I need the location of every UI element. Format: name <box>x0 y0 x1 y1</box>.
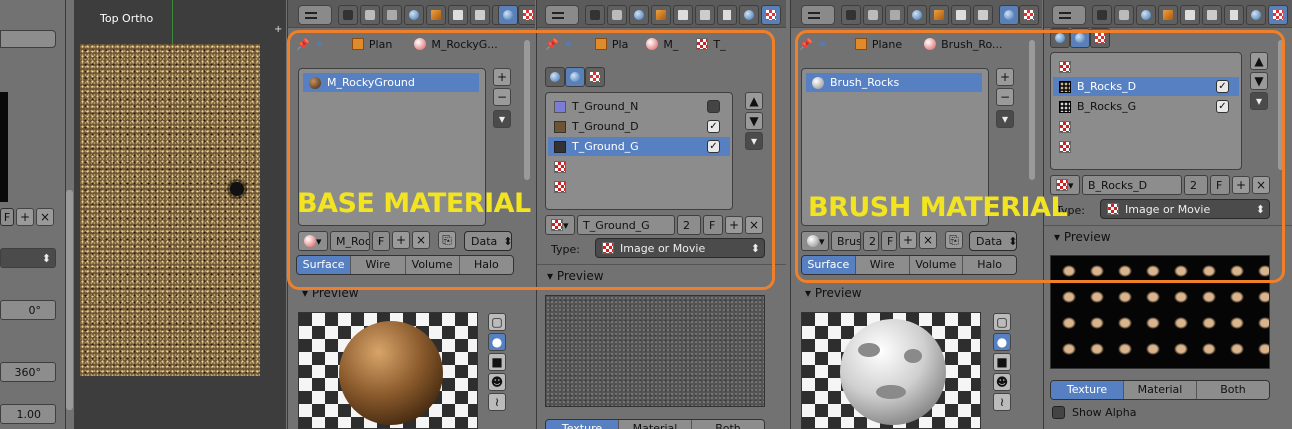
p3-texture-icon[interactable] <box>1019 5 1039 25</box>
p3-preview-monkey-button[interactable]: ☻ <box>993 373 1011 391</box>
preview-cube-button[interactable]: ■ <box>488 353 506 371</box>
white-sphere-preview <box>840 319 946 425</box>
panel4-editor-menu[interactable] <box>1052 5 1086 25</box>
p3-render-icon[interactable] <box>841 5 861 25</box>
left-dropdown[interactable]: ⬍ <box>0 248 56 268</box>
show-alpha-label: Show Alpha <box>1072 406 1137 419</box>
constraint-context-icon[interactable] <box>448 5 468 25</box>
panel2-editor-menu[interactable] <box>545 5 579 25</box>
p2-preview-tabs[interactable]: Texture Material Both <box>545 419 765 429</box>
world-context-icon[interactable] <box>404 5 424 25</box>
preview-monkey-button[interactable]: ☻ <box>488 373 506 391</box>
layers-context-icon[interactable] <box>382 5 402 25</box>
p4-texture-icon[interactable] <box>1268 5 1288 25</box>
ground-texture-plane <box>80 44 260 376</box>
rock-imprint-1 <box>858 343 880 357</box>
p3-scene-icon[interactable] <box>863 5 883 25</box>
p3-preview-header[interactable]: ▾ Preview <box>805 286 862 300</box>
p3-preview-sphere-button[interactable]: ● <box>993 333 1011 351</box>
show-alpha-checkbox[interactable] <box>1052 406 1065 419</box>
rotation-end-field[interactable]: 360° <box>0 362 56 382</box>
viewport-title: Top Ortho <box>100 12 154 25</box>
preview-flat-button[interactable]: ▢ <box>488 313 506 331</box>
left-add-button[interactable]: + <box>16 208 34 226</box>
p3-layers-icon[interactable] <box>885 5 905 25</box>
p4-render-icon[interactable] <box>1092 5 1112 25</box>
texture-context-icon[interactable] <box>518 5 535 25</box>
p4-tab-material[interactable]: Material <box>1123 381 1196 399</box>
p4-material-icon[interactable] <box>1246 5 1266 25</box>
texture-preview-canvas <box>545 295 765 407</box>
p4-object-icon[interactable] <box>1158 5 1178 25</box>
p4-tab-both[interactable]: Both <box>1196 381 1269 399</box>
left-top-field[interactable] <box>0 30 56 48</box>
render-context-icon[interactable] <box>338 5 358 25</box>
p2-constraint-icon[interactable] <box>673 5 693 25</box>
p4-world-icon[interactable] <box>1136 5 1156 25</box>
left-remove-button[interactable]: × <box>36 208 54 226</box>
p2-object-icon[interactable] <box>651 5 671 25</box>
p3-wrench-icon[interactable] <box>973 5 993 25</box>
panel1-editor-menu[interactable] <box>298 5 332 25</box>
p3-material-preview-canvas <box>801 312 981 429</box>
p2-world-icon[interactable] <box>629 5 649 25</box>
3d-viewport[interactable]: Top Ortho + <box>74 0 286 429</box>
rock-imprint-2 <box>904 349 922 363</box>
p3-constraint-icon[interactable] <box>951 5 971 25</box>
viewport-corner-icon[interactable]: + <box>274 24 282 35</box>
rock-sphere-preview <box>339 321 443 425</box>
scale-field[interactable]: 1.00 <box>0 404 56 424</box>
preview-hair-button[interactable]: ≀ <box>488 393 506 411</box>
left-scrollbar[interactable] <box>66 190 73 410</box>
p2-scene-icon[interactable] <box>607 5 627 25</box>
material-preview-canvas <box>298 312 478 429</box>
p2-tab-both[interactable]: Both <box>691 420 764 429</box>
p2-tab-texture[interactable]: Texture <box>546 420 618 429</box>
p4-constraint-icon[interactable] <box>1180 5 1200 25</box>
p4-preview-tabs[interactable]: Texture Material Both <box>1050 380 1270 400</box>
p3-preview-flat-button[interactable]: ▢ <box>993 313 1011 331</box>
p2-data-icon[interactable] <box>717 5 737 25</box>
left-field-f[interactable]: F <box>0 208 14 226</box>
base-material-annotation: BASE MATERIAL <box>297 188 531 219</box>
rotation-start-field[interactable]: 0° <box>0 300 56 320</box>
p4-data-icon[interactable] <box>1224 5 1244 25</box>
rock-imprint-3 <box>876 385 906 399</box>
p3-world-icon[interactable] <box>907 5 927 25</box>
brush-cursor-icon <box>230 182 244 196</box>
p2-texture-icon[interactable] <box>761 5 781 25</box>
p4-wrench-icon[interactable] <box>1202 5 1222 25</box>
p2-tab-material[interactable]: Material <box>618 420 691 429</box>
left-black-area <box>0 92 8 202</box>
preview-sphere-button[interactable]: ● <box>488 333 506 351</box>
p2-render-icon[interactable] <box>585 5 605 25</box>
p3-material-icon[interactable] <box>999 5 1019 25</box>
p2-wrench-icon[interactable] <box>695 5 715 25</box>
scene-context-icon[interactable] <box>360 5 380 25</box>
brush-material-annotation: BRUSH MATERIAL <box>808 192 1068 223</box>
p3-preview-hair-button[interactable]: ≀ <box>993 393 1011 411</box>
p2-material-icon[interactable] <box>739 5 759 25</box>
p3-preview-cube-button[interactable]: ■ <box>993 353 1011 371</box>
base-material-highlight <box>287 30 775 290</box>
p3-object-icon[interactable] <box>929 5 949 25</box>
p4-tab-texture[interactable]: Texture <box>1051 381 1123 399</box>
viewport-grid-line <box>172 0 173 44</box>
panel3-editor-menu[interactable] <box>801 5 835 25</box>
brush-material-highlight <box>795 30 1285 283</box>
p4-scene-icon[interactable] <box>1114 5 1134 25</box>
left-tool-panel: F + × ⬍ 0° 360° 1.00 <box>0 0 73 429</box>
material-context-icon[interactable] <box>498 5 518 25</box>
wrench-context-icon[interactable] <box>470 5 490 25</box>
object-context-icon[interactable] <box>426 5 446 25</box>
